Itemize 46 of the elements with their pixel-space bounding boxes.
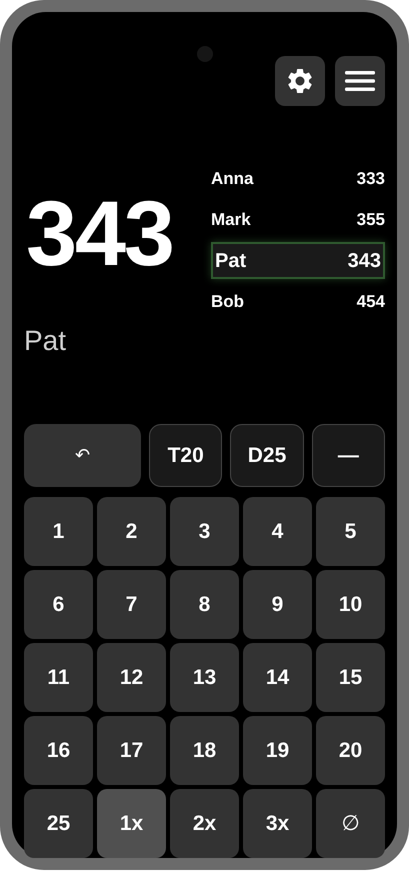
- number-key[interactable]: 11: [24, 643, 93, 712]
- player-score: 454: [356, 290, 385, 313]
- player-score: 333: [356, 168, 385, 190]
- shortcut-button[interactable]: T20: [149, 424, 222, 487]
- current-score: 343: [25, 188, 174, 280]
- number-key[interactable]: 1: [24, 497, 93, 566]
- number-key[interactable]: 9: [243, 570, 312, 639]
- number-key[interactable]: 19: [243, 716, 312, 785]
- number-key[interactable]: 12: [97, 643, 166, 712]
- number-key[interactable]: 13: [170, 643, 239, 712]
- number-key[interactable]: 15: [316, 643, 385, 712]
- number-key[interactable]: 8: [170, 570, 239, 639]
- number-key[interactable]: 2: [97, 497, 166, 566]
- number-key[interactable]: 17: [97, 716, 166, 785]
- number-key[interactable]: 10: [316, 570, 385, 639]
- number-key[interactable]: 20: [316, 716, 385, 785]
- miss-key[interactable]: ∅: [316, 789, 385, 858]
- menu-button[interactable]: [335, 56, 385, 106]
- number-key[interactable]: 18: [170, 716, 239, 785]
- menu-icon: [345, 70, 375, 92]
- player-name: Anna: [211, 168, 254, 190]
- number-key[interactable]: 3: [170, 497, 239, 566]
- player-row[interactable]: Anna 333: [211, 160, 385, 197]
- player-name: Mark: [211, 208, 251, 231]
- multiplier-key[interactable]: 2x: [170, 789, 239, 858]
- settings-button[interactable]: [275, 56, 325, 106]
- number-key[interactable]: 14: [243, 643, 312, 712]
- number-key[interactable]: 6: [24, 570, 93, 639]
- player-name: Bob: [211, 290, 244, 313]
- player-name: Pat: [215, 248, 246, 274]
- player-row[interactable]: Mark 355: [211, 201, 385, 238]
- undo-button[interactable]: ↶: [24, 424, 141, 487]
- player-score: 343: [348, 248, 381, 274]
- number-key[interactable]: 4: [243, 497, 312, 566]
- multiplier-key[interactable]: 3x: [243, 789, 312, 858]
- current-player-name: Pat: [24, 324, 68, 358]
- number-key[interactable]: 5: [316, 497, 385, 566]
- player-row[interactable]: Bob 454: [211, 283, 385, 320]
- player-score: 355: [356, 208, 385, 231]
- number-key[interactable]: 7: [97, 570, 166, 639]
- number-key[interactable]: 16: [24, 716, 93, 785]
- multiplier-key[interactable]: 1x: [97, 789, 166, 858]
- number-key[interactable]: 25: [24, 789, 93, 858]
- player-row[interactable]: Pat 343: [211, 242, 385, 279]
- shortcut-button[interactable]: D25: [230, 424, 304, 487]
- shortcut-button[interactable]: —: [312, 424, 385, 487]
